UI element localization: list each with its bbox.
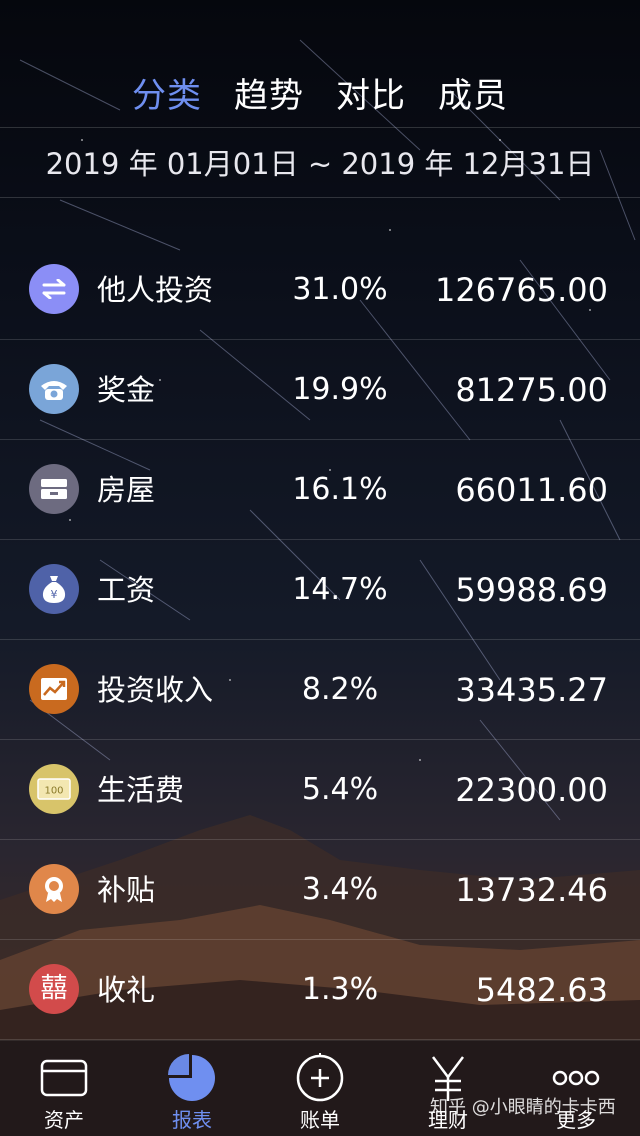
divider: [0, 127, 640, 128]
category-list: 他人投资 31.0% 126765.00 奖金 19.9% 81275.00 房…: [0, 240, 640, 1040]
add-circle-icon: [296, 1053, 344, 1102]
category-name: 投资收入: [97, 673, 214, 707]
category-percent: 1.3%: [301, 972, 379, 1007]
category-row[interactable]: 囍 收礼 1.3% 5482.63: [0, 940, 640, 1040]
category-name: 工资: [97, 573, 156, 607]
category-percent: 14.7%: [292, 572, 388, 607]
category-name: 奖金: [97, 373, 156, 407]
tabbar-item-bills[interactable]: 账单: [256, 1041, 384, 1136]
category-amount: 5482.63: [475, 971, 608, 1009]
banknote-text: 100: [44, 786, 63, 797]
tab-trend[interactable]: 趋势: [234, 68, 304, 117]
transfer-arrows-icon: [29, 264, 79, 314]
category-percent: 19.9%: [292, 372, 388, 407]
category-percent: 8.2%: [301, 672, 379, 707]
category-row[interactable]: 房屋 16.1% 66011.60: [0, 440, 640, 540]
category-amount: 81275.00: [455, 371, 608, 409]
double-happiness-icon: 囍: [29, 964, 79, 1014]
tab-category[interactable]: 分类: [132, 68, 202, 117]
watermark: 知乎 @小眼睛的卡卡西: [430, 1097, 616, 1118]
category-row[interactable]: 100 生活费 5.4% 22300.00: [0, 740, 640, 840]
category-name: 房屋: [97, 473, 156, 507]
category-row[interactable]: 补贴 3.4% 13732.46: [0, 840, 640, 940]
category-row[interactable]: 奖金 19.9% 81275.00: [0, 340, 640, 440]
pie-chart-icon: [168, 1054, 215, 1101]
category-name: 补贴: [97, 873, 156, 907]
divider: [0, 197, 640, 198]
category-percent: 3.4%: [301, 872, 379, 907]
category-name: 他人投资: [97, 273, 214, 307]
category-amount: 22300.00: [455, 771, 608, 809]
tabbar-label: 账单: [300, 1108, 340, 1132]
telephone-icon: [29, 364, 79, 414]
banknote-100-icon: 100: [29, 764, 79, 814]
category-amount: 13732.46: [455, 871, 608, 909]
tab-members[interactable]: 成员: [438, 68, 508, 117]
report-tabs: 分类 趋势 对比 成员: [0, 62, 640, 122]
tabbar-label: 报表: [172, 1108, 212, 1132]
category-name: 生活费: [97, 773, 185, 807]
category-amount: 126765.00: [434, 271, 608, 309]
category-row[interactable]: 投资收入 8.2% 33435.27: [0, 640, 640, 740]
medal-icon: [29, 864, 79, 914]
trend-chart-icon: [29, 664, 79, 714]
date-range-picker[interactable]: 2019 年 01月01日 ~ 2019 年 12月31日: [0, 138, 640, 190]
cabinet-icon: [29, 464, 79, 514]
category-percent: 31.0%: [292, 272, 388, 307]
tabbar-label: 资产: [44, 1108, 84, 1132]
tab-compare[interactable]: 对比: [336, 68, 406, 117]
category-amount: 59988.69: [455, 571, 608, 609]
double-happiness-glyph: 囍: [40, 973, 68, 1004]
tabbar-item-reports[interactable]: 报表: [128, 1041, 256, 1136]
category-row[interactable]: 他人投资 31.0% 126765.00: [0, 240, 640, 340]
category-amount: 66011.60: [455, 471, 608, 509]
money-bag-icon: ¥: [29, 564, 79, 614]
category-name: 收礼: [97, 973, 156, 1007]
tabbar-item-assets[interactable]: 资产: [0, 1041, 128, 1136]
svg-text:¥: ¥: [51, 588, 58, 601]
status-bar: [0, 0, 640, 34]
category-row[interactable]: ¥ 工资 14.7% 59988.69: [0, 540, 640, 640]
category-percent: 5.4%: [301, 772, 379, 807]
category-percent: 16.1%: [292, 472, 388, 507]
card-icon: [40, 1059, 88, 1097]
category-amount: 33435.27: [455, 671, 608, 709]
